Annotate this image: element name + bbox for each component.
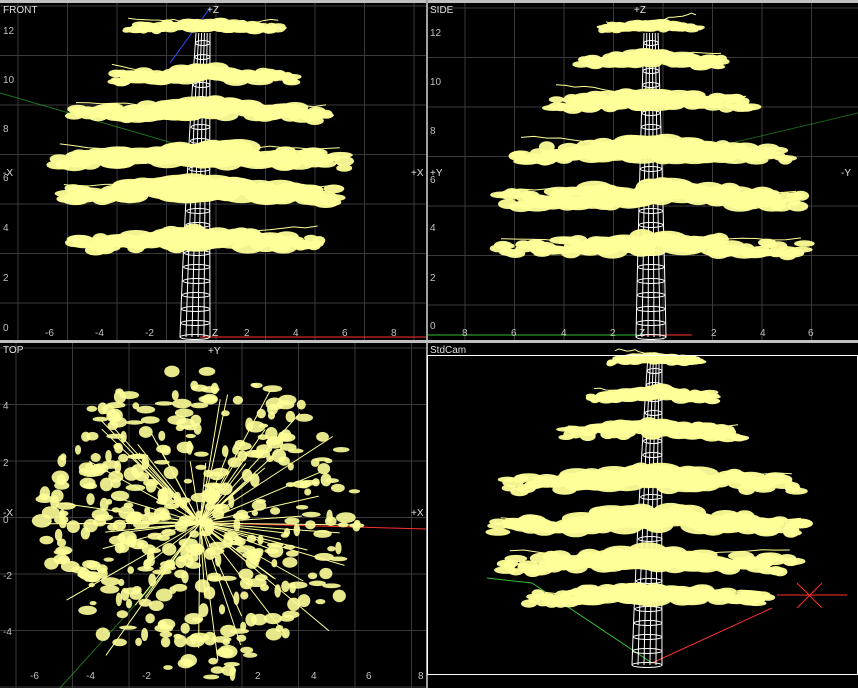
stdcam-viewport[interactable]: StdCam xyxy=(427,343,858,688)
side-y-tick: 12 xyxy=(430,28,442,39)
top-y-tick: 0 xyxy=(3,515,9,526)
front-x-tick: 4 xyxy=(293,328,299,339)
viewport-title-side: SIDE xyxy=(430,5,454,16)
viewport-splitter-horizontal[interactable] xyxy=(0,340,858,343)
axis-label-side-right: -Y xyxy=(841,168,851,179)
axis-label-top-top: +Y xyxy=(208,346,221,357)
axis-label-front-top: +Z xyxy=(207,5,219,16)
tree-wireframe-icon xyxy=(31,365,365,681)
front-x-tick: 2 xyxy=(244,328,250,339)
front-y-tick: 12 xyxy=(3,26,15,37)
side-x-tick: 4 xyxy=(561,328,567,339)
front-y-tick: 6 xyxy=(3,173,9,184)
axis-label-side-top: +Z xyxy=(634,5,646,16)
axis-gizmo-icon xyxy=(777,582,847,609)
tree-wireframe-icon xyxy=(489,12,815,340)
side-x-tick: 2 xyxy=(610,328,616,339)
side-x-tick: 6 xyxy=(808,328,814,339)
viewport-title-cam: StdCam xyxy=(430,345,467,356)
top-viewport[interactable]: TOP +Y -X +X 4 2 0 -2 -4 -6 -4 -2 2 4 6 … xyxy=(0,343,427,688)
front-y-tick: 0 xyxy=(3,323,9,334)
side-view-canvas[interactable] xyxy=(427,3,858,340)
axis-label-front-right: +X xyxy=(411,168,424,179)
side-y-tick: 0 xyxy=(430,321,436,332)
top-x-tick: 6 xyxy=(366,671,372,682)
front-view-canvas[interactable] xyxy=(0,3,427,340)
viewport-title-front: FRONT xyxy=(3,5,38,16)
front-y-tick: 8 xyxy=(3,124,9,135)
viewport-splitter-vertical[interactable] xyxy=(426,0,428,688)
top-x-tick: -4 xyxy=(86,671,95,682)
top-x-tick: -2 xyxy=(142,671,151,682)
top-view-canvas[interactable] xyxy=(0,343,427,688)
side-y-tick: 4 xyxy=(430,223,436,234)
side-x-tick: 8 xyxy=(462,328,468,339)
side-x-tick: 4 xyxy=(760,328,766,339)
front-x-tick: -4 xyxy=(95,328,104,339)
side-y-tick: 10 xyxy=(430,77,442,88)
side-x-tick: 6 xyxy=(511,328,517,339)
front-y-tick: 4 xyxy=(3,223,9,234)
top-x-tick: 8 xyxy=(418,671,424,682)
side-viewport[interactable]: SIDE +Z +Y -Y Z 12 10 8 6 4 2 0 8 6 4 2 … xyxy=(427,3,858,340)
top-x-tick: 4 xyxy=(311,671,317,682)
front-viewport[interactable]: FRONT +Z -X +X Z 12 10 8 6 4 2 0 -6 -4 -… xyxy=(0,3,427,340)
front-x-tick: 6 xyxy=(342,328,348,339)
front-y-tick: 2 xyxy=(3,273,9,284)
top-x-tick: 2 xyxy=(255,671,261,682)
top-x-tick: -6 xyxy=(30,671,39,682)
axis-label-side-bottom: Z xyxy=(639,328,646,339)
viewport-title-top: TOP xyxy=(3,345,24,356)
four-viewport-editor: FRONT +Z -X +X Z 12 10 8 6 4 2 0 -6 -4 -… xyxy=(0,0,858,688)
side-y-tick: 2 xyxy=(430,273,436,284)
front-x-tick: 8 xyxy=(391,328,397,339)
front-x-tick: -6 xyxy=(45,328,54,339)
side-y-tick: 8 xyxy=(430,126,436,137)
side-y-tick: 6 xyxy=(430,175,436,186)
viewport-grid xyxy=(0,3,427,340)
axis-label-front-bottom: Z xyxy=(212,328,219,339)
top-y-tick: -2 xyxy=(3,571,12,582)
tree-wireframe-icon xyxy=(46,17,355,340)
top-y-tick: -4 xyxy=(3,627,12,638)
axis-label-top-right: +X xyxy=(411,508,424,519)
camera-view-canvas[interactable] xyxy=(427,343,858,688)
top-y-tick: 2 xyxy=(3,458,9,469)
front-x-tick: -2 xyxy=(145,328,154,339)
tree-wireframe-icon xyxy=(485,348,813,668)
front-y-tick: 10 xyxy=(3,75,15,86)
side-x-tick: 2 xyxy=(711,328,717,339)
top-y-tick: 4 xyxy=(3,401,9,412)
